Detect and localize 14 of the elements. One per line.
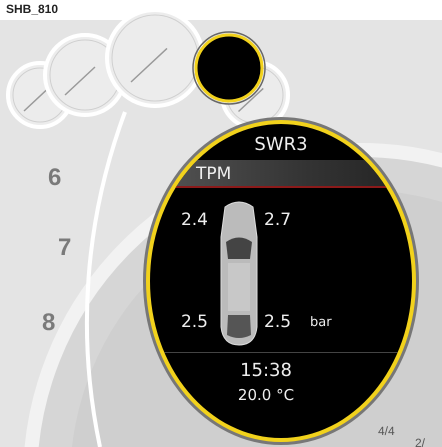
scale-mark: 2/	[415, 436, 426, 447]
tach-number: 6	[48, 164, 62, 191]
outside-temperature: 20.0 °C	[238, 386, 294, 404]
tire-pressure: 2.4	[180, 209, 209, 232]
tire-pressure: 2.5	[180, 311, 209, 334]
clock-time: 15:38	[240, 361, 292, 381]
tach-number: 7	[58, 234, 72, 261]
unit-label: bar	[310, 314, 333, 332]
station-name: SWR3	[253, 134, 309, 156]
tire-pressure: 2.7	[264, 209, 292, 232]
tach-number: 8	[42, 309, 56, 336]
scale-mark: 4/4	[378, 424, 395, 438]
figure-code: SHB_810	[6, 2, 58, 16]
tire-pressure: 2.5	[264, 311, 292, 334]
